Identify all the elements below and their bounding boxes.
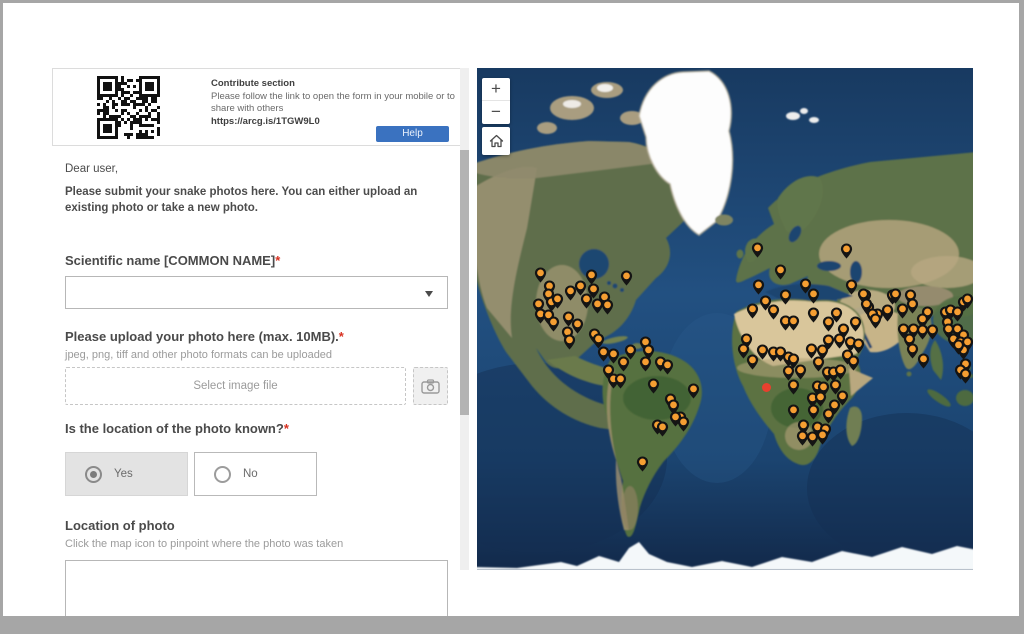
required-asterisk: * [339,329,344,344]
scientific-name-dropdown[interactable] [65,276,448,309]
map-zoom-control: + − [482,78,510,124]
map-pin[interactable] [952,339,965,355]
contribute-heading: Contribute section [211,78,461,90]
map-pin[interactable] [959,368,972,384]
help-button[interactable]: Help [376,126,449,142]
map-pin[interactable] [917,353,930,369]
world-map[interactable]: + − [477,68,973,570]
map-pin[interactable] [746,354,759,370]
map-pin[interactable] [926,324,939,340]
map-pin[interactable] [794,364,807,380]
map-pin[interactable] [661,359,674,375]
radio-selected-icon [85,466,102,483]
map-pin[interactable] [889,288,902,304]
map-pin[interactable] [551,293,564,309]
map-pin[interactable] [636,456,649,472]
option-yes-label: Yes [114,468,133,480]
contribute-body: Please follow the link to open the form … [211,91,461,115]
upload-hint: jpeg, png, tiff and other photo formats … [65,349,332,361]
map-pin[interactable] [787,379,800,395]
required-asterisk: * [275,253,280,268]
home-button[interactable] [482,127,510,155]
take-photo-button[interactable] [413,367,448,405]
option-no[interactable]: No [194,452,317,496]
map-pin[interactable] [601,299,614,315]
map-pin[interactable] [787,404,800,420]
map-pin[interactable] [881,304,894,320]
map-pin[interactable] [787,315,800,331]
map-pin[interactable] [774,264,787,280]
selected-location-dot[interactable] [762,383,771,392]
location-map-widget[interactable] [65,560,448,616]
option-no-label: No [243,468,258,480]
map-pin[interactable] [816,429,829,445]
map-pin[interactable] [563,334,576,350]
map-pin[interactable] [779,289,792,305]
map-pin[interactable] [687,383,700,399]
location-of-photo-label: Location of photo [65,518,175,533]
map-pin[interactable] [614,373,627,389]
map-pin[interactable] [822,316,835,332]
map-pin[interactable] [752,279,765,295]
radio-unselected-icon [214,466,231,483]
map-pin[interactable] [807,307,820,323]
map-pin[interactable] [547,316,560,332]
map-pin[interactable] [840,243,853,259]
select-image-button[interactable]: Select image file [65,367,406,405]
intro-text: Please submit your snake photos here. Yo… [65,185,463,216]
survey-page: Contribute section Please follow the lin… [3,3,1019,616]
scientific-name-label: Scientific name [COMMON NAME]* [65,253,280,268]
option-yes[interactable]: Yes [65,452,188,496]
map-pin[interactable] [746,303,759,319]
chevron-down-icon [425,291,433,297]
map-pin[interactable] [834,364,847,380]
zoom-out-button[interactable]: − [482,101,510,124]
contribute-text: Contribute section Please follow the lin… [211,78,461,128]
location-of-photo-hint: Click the map icon to pinpoint where the… [65,538,343,550]
map-pin[interactable] [624,344,637,360]
map-pin[interactable] [807,288,820,304]
map-pin[interactable] [847,355,860,371]
map-pin[interactable] [669,411,682,427]
form-scrollbar[interactable] [460,68,469,570]
contribute-section: Contribute section Please follow the lin… [52,68,465,146]
map-pin[interactable] [751,242,764,258]
map-pin[interactable] [656,421,669,437]
map-pin[interactable] [906,298,919,314]
location-known-label: Is the location of the photo known?* [65,421,289,436]
zoom-in-button[interactable]: + [482,78,510,101]
map-pin[interactable] [807,404,820,420]
map-pin[interactable] [961,293,973,309]
map-pin[interactable] [647,378,660,394]
required-asterisk: * [284,421,289,436]
greeting-text: Dear user, [65,163,118,175]
camera-icon [421,379,440,394]
home-icon [489,134,504,148]
upload-label: Please upload your photo here (max. 10MB… [65,329,344,344]
qr-code-icon [97,76,160,139]
map-pin[interactable] [620,270,633,286]
map-pin[interactable] [849,316,862,332]
map-pin[interactable] [639,356,652,372]
screenshot-frame: Contribute section Please follow the lin… [0,0,1024,634]
